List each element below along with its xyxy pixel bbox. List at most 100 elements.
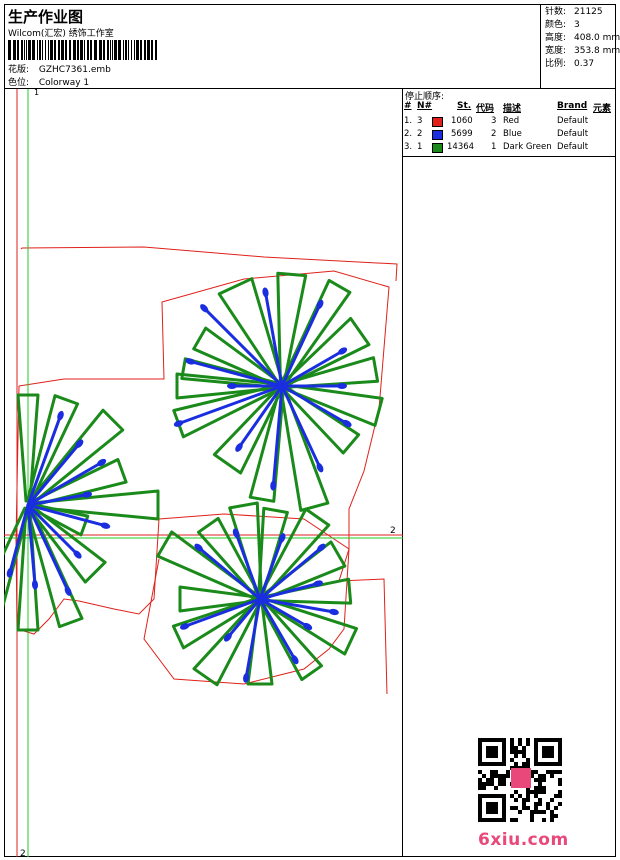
- colorway-name: Colorway 1: [38, 78, 90, 88]
- qr-module: [538, 810, 542, 814]
- qr-module: [526, 758, 530, 762]
- col-header-element: 元素: [593, 104, 612, 114]
- qr-module: [506, 770, 510, 774]
- marker-labels-layer: 1 2 2: [20, 89, 396, 857]
- stat-value: 3: [574, 20, 580, 30]
- green-petal: [30, 489, 160, 521]
- stat-width: 宽度: 353.8 mm: [545, 45, 620, 58]
- qr-module: [526, 806, 530, 810]
- qr-module: [502, 782, 506, 786]
- row-brand: Default: [557, 116, 589, 126]
- stat-label: 颜色:: [545, 20, 567, 30]
- qr-module: [498, 782, 502, 786]
- barcode-bar: [73, 40, 76, 60]
- qr-module: [514, 762, 518, 766]
- qr-module: [526, 798, 530, 802]
- barcode-bar: [103, 40, 105, 60]
- qr-module: [538, 802, 542, 806]
- green-petal: [178, 585, 258, 613]
- barcode-bar: [140, 40, 142, 60]
- row-num: 2.: [404, 129, 413, 139]
- company-name: Wilcom(汇宏) 绣饰工作室: [8, 29, 114, 39]
- row-code: 1: [491, 142, 497, 152]
- qr-module: [510, 806, 514, 810]
- barcode-bar: [114, 40, 117, 60]
- row-stitches: 14364: [447, 142, 475, 152]
- row-num: 1.: [404, 116, 413, 126]
- qr-module: [510, 746, 514, 750]
- qr-module: [502, 778, 506, 782]
- row-n: 3: [417, 116, 423, 126]
- embroidery-preview: 1 2 2: [4, 89, 403, 857]
- barcode-bar: [87, 40, 89, 60]
- qr-module: [510, 750, 514, 754]
- barcode-bar: [26, 40, 27, 60]
- qr-module: [542, 778, 546, 782]
- barcode-bar: [84, 40, 85, 60]
- row-desc: Blue: [503, 129, 522, 139]
- row-n: 2: [417, 129, 423, 139]
- design-canvas[interactable]: 1 2 2: [4, 89, 403, 857]
- qr-module: [550, 810, 554, 814]
- qr-module: [478, 778, 482, 782]
- qr-module: [546, 806, 550, 810]
- barcode-bar: [144, 40, 146, 60]
- qr-module: [518, 738, 522, 742]
- qr-module: [490, 774, 494, 778]
- qr-module: [514, 790, 518, 794]
- barcode-bar: [131, 40, 132, 60]
- row-code: 3: [491, 116, 497, 126]
- qr-module: [518, 750, 522, 754]
- marker-2-bottom-label: 2: [20, 849, 26, 857]
- barcode-bar: [58, 40, 60, 60]
- qr-code-icon: [478, 738, 562, 822]
- stat-height: 高度: 408.0 mm: [545, 32, 620, 45]
- barcode-bar: [65, 40, 67, 60]
- qr-module: [498, 774, 502, 778]
- qr-module: [538, 790, 542, 794]
- col-header-n: N#: [417, 101, 433, 111]
- stat-label: 宽度:: [545, 46, 567, 56]
- blue-stamen-tip: [328, 608, 339, 616]
- qr-module: [534, 786, 538, 790]
- barcode-bar: [90, 40, 92, 60]
- barcode-bar: [99, 40, 102, 60]
- blue-stamen-tip: [227, 383, 237, 389]
- qr-module: [518, 742, 522, 746]
- barcode-bar: [21, 40, 23, 60]
- barcode-bar: [125, 40, 127, 60]
- col-header-brand: Brand: [557, 101, 588, 111]
- qr-module: [490, 778, 494, 782]
- qr-module: [526, 794, 530, 798]
- qr-module: [522, 750, 526, 754]
- barcode-bar: [69, 40, 71, 60]
- qr-module: [558, 802, 562, 806]
- design-outline: [20, 246, 398, 282]
- barcode-bar: [28, 40, 31, 60]
- row-brand: Default: [557, 142, 589, 152]
- site-watermark: 6xiu.com: [478, 830, 569, 850]
- blue-stamen-tip: [262, 287, 269, 298]
- stop-sequence-panel: 停止顺序: # N# St. 代码 描述 Brand 元素 1. 3 1060 …: [403, 89, 616, 157]
- qr-module: [478, 770, 482, 774]
- design-outline: [143, 513, 350, 685]
- qr-module: [494, 786, 498, 790]
- stat-label: 针数:: [545, 7, 567, 17]
- stop-row: 3. 1 14364 1 Dark Green Default: [403, 142, 616, 155]
- qr-module: [542, 786, 546, 790]
- col-header-stitches: St.: [457, 101, 472, 111]
- qr-module: [538, 782, 542, 786]
- qr-module: [550, 798, 554, 802]
- qr-module: [478, 786, 482, 790]
- blue-stamen-tip: [100, 522, 111, 529]
- barcode-bar: [80, 40, 83, 60]
- qr-module: [526, 790, 530, 794]
- qr-finder: [542, 746, 554, 758]
- qr-module: [558, 778, 562, 782]
- qr-module: [538, 798, 542, 802]
- qr-module: [482, 786, 486, 790]
- row-desc: Dark Green: [503, 142, 552, 152]
- row-stitches: 5699: [451, 129, 473, 139]
- blue-stamen-tip: [31, 579, 39, 590]
- qr-module: [514, 750, 518, 754]
